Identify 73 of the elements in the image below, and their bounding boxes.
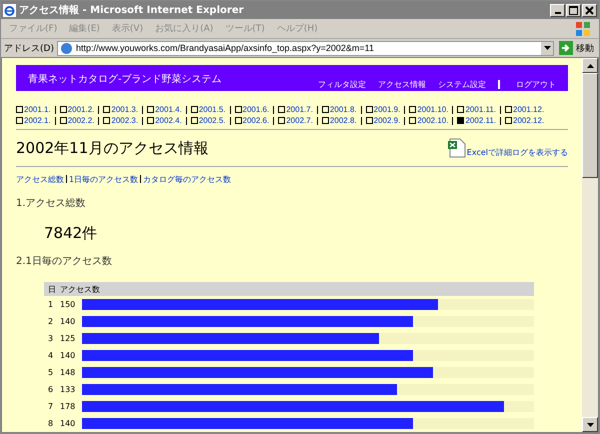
link-separator — [140, 175, 142, 183]
month-link[interactable]: 2002.4. — [147, 116, 182, 125]
month-link[interactable]: 2001.4. — [147, 105, 182, 114]
site-title: 青果ネットカタログ-ブランド野菜システム — [28, 72, 222, 86]
month-link[interactable]: 2002.3. — [103, 116, 138, 125]
month-link[interactable]: 2001.2. — [60, 105, 94, 114]
section-link[interactable]: カタログ毎のアクセス数 — [143, 174, 232, 184]
maximize-button[interactable] — [566, 4, 581, 16]
go-button[interactable]: 移動 — [557, 41, 596, 55]
count-cell-text: 140 — [60, 317, 76, 326]
day-cell-text: 1 — [47, 300, 54, 309]
address-field[interactable]: http://www.youworks.com/BrandyasaiApp/axsinfo_top.aspx?y=2002&m=11 — [56, 40, 554, 56]
count-cell-text: 150 — [60, 300, 76, 309]
nav-separator — [498, 80, 500, 89]
nav-link[interactable]: アクセス情報 — [378, 79, 426, 90]
windows-logo-icon — [575, 20, 591, 36]
count-cell-text: 148 — [60, 368, 76, 377]
month-link[interactable]: 2001.6. — [234, 105, 270, 114]
browser-icon — [3, 4, 16, 16]
page-icon — [60, 42, 73, 54]
month-link[interactable]: 2001.9. — [366, 105, 400, 114]
count-cell-text: 125 — [60, 334, 76, 343]
month-link[interactable]: 2001.3. — [103, 105, 138, 114]
month-link[interactable]: 2002.1. — [16, 116, 51, 125]
month-link[interactable]: 2001.12. — [505, 105, 544, 114]
spreadsheet-icon — [446, 138, 467, 158]
scroll-thumb[interactable] — [582, 73, 598, 178]
day-cell-text: 8 — [47, 419, 54, 428]
page-title: 2002年11月のアクセス情報 — [16, 138, 208, 158]
address-label: アドレス(D) — [4, 42, 54, 54]
day-cell-text: 4 — [47, 351, 54, 360]
month-link[interactable]: 2001.7. — [278, 105, 313, 114]
month-link[interactable]: 2001.11. — [457, 105, 496, 114]
day-cell-text: 7 — [47, 402, 54, 411]
excel-log-link[interactable]: Excelで詳細ログを表示する — [446, 138, 568, 158]
day-cell-text: 2 — [47, 317, 54, 326]
month-link[interactable]: 2002.11. — [457, 116, 496, 125]
month-link[interactable]: 2001.1. — [16, 105, 51, 114]
count-cell-text: 140 — [60, 419, 76, 428]
section-link[interactable]: アクセス総数 — [16, 174, 64, 184]
section-heading: 1.アクセス総数 — [16, 197, 87, 210]
total-count: 7842件 — [44, 224, 98, 243]
close-icon — [585, 6, 594, 14]
month-link[interactable]: 2002.7. — [278, 116, 313, 125]
section-link[interactable]: 1日毎のアクセス数 — [69, 174, 138, 184]
count-cell-text: 140 — [60, 351, 76, 360]
maximize-icon — [569, 6, 578, 14]
nav-link[interactable]: フィルタ設定 — [318, 79, 366, 90]
month-link[interactable]: 2002.10. — [409, 116, 448, 125]
column-header: 日 — [47, 284, 57, 294]
scrollbar[interactable] — [582, 58, 598, 432]
count-cell-text: 133 — [60, 385, 76, 394]
day-cell-text: 3 — [47, 334, 54, 343]
window-title: アクセス情報 - Microsoft Internet Explorer — [19, 4, 245, 17]
month-link[interactable]: 2001.5. — [190, 105, 226, 114]
month-link[interactable]: 2002.5. — [190, 116, 226, 125]
column-header: アクセス数 — [60, 284, 100, 294]
month-link[interactable]: 2002.8. — [322, 116, 357, 125]
close-button[interactable] — [582, 4, 597, 16]
day-cell-text: 5 — [47, 368, 54, 377]
month-link[interactable]: 2002.6. — [234, 116, 270, 125]
month-link[interactable]: 2002.9. — [366, 116, 400, 125]
day-cell-text: 6 — [47, 385, 54, 394]
minimize-button[interactable] — [550, 4, 565, 16]
month-link[interactable]: 2001.8. — [322, 105, 357, 114]
month-link[interactable]: 2001.10. — [409, 105, 448, 114]
nav-link[interactable]: システム設定 — [438, 79, 486, 90]
section-heading: 2.1日毎のアクセス数 — [16, 255, 113, 268]
nav-link[interactable]: ログアウト — [516, 79, 556, 90]
month-link[interactable]: 2002.12. — [505, 116, 544, 125]
month-link[interactable]: 2002.2. — [60, 116, 94, 125]
link-separator — [66, 175, 67, 183]
count-cell-text: 178 — [60, 402, 76, 411]
